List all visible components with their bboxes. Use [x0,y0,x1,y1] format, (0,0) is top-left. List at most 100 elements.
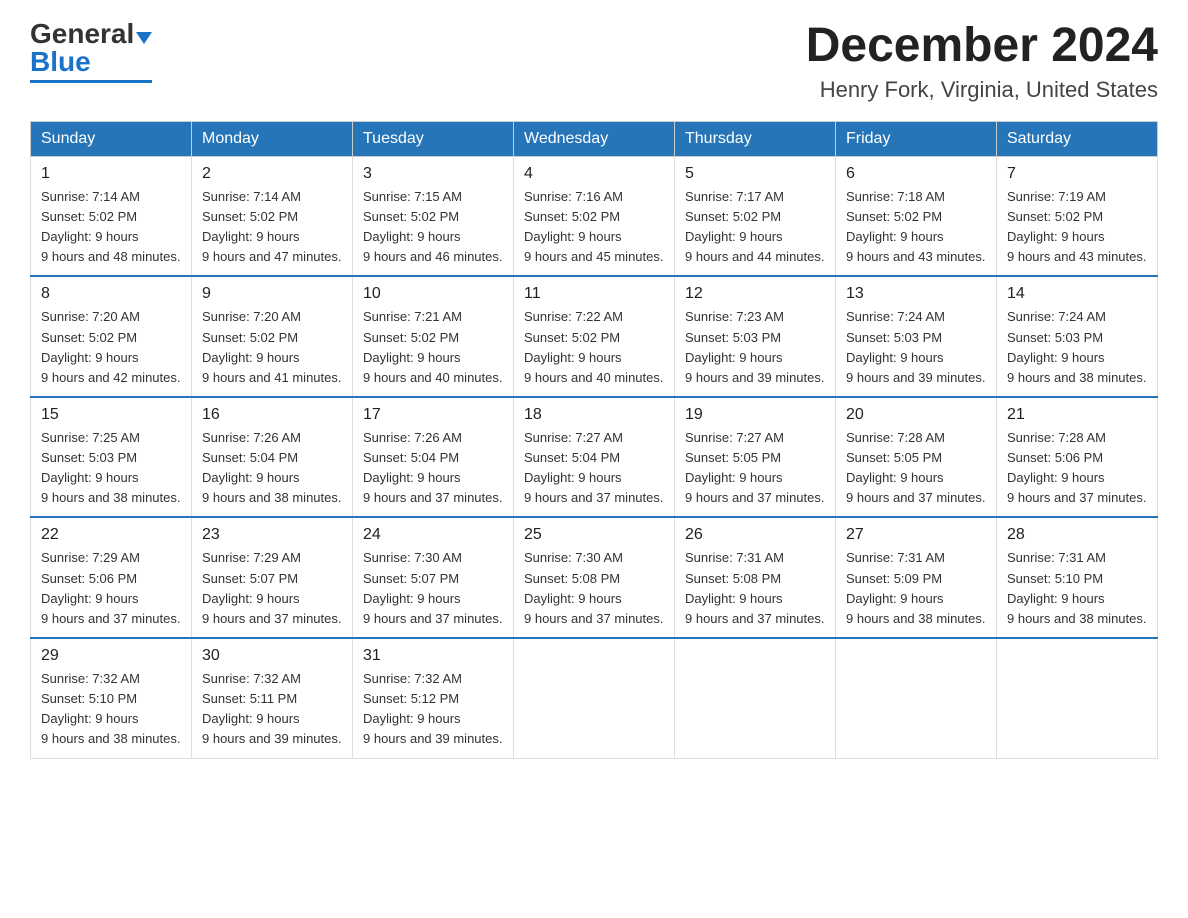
table-row [514,638,675,758]
day-number: 16 [202,406,342,424]
day-info: Sunrise: 7:14 AMSunset: 5:02 PMDaylight:… [202,187,342,268]
day-info: Sunrise: 7:16 AMSunset: 5:02 PMDaylight:… [524,187,664,268]
col-saturday: Saturday [997,121,1158,156]
day-number: 9 [202,285,342,303]
day-info: Sunrise: 7:23 AMSunset: 5:03 PMDaylight:… [685,307,825,388]
table-row: 17 Sunrise: 7:26 AMSunset: 5:04 PMDayligh… [353,397,514,518]
day-info: Sunrise: 7:29 AMSunset: 5:06 PMDaylight:… [41,548,181,629]
day-number: 22 [41,526,181,544]
table-row: 26Sunrise: 7:31 AMSunset: 5:08 PMDayligh… [675,517,836,638]
day-number: 12 [685,285,825,303]
table-row: 4 Sunrise: 7:16 AMSunset: 5:02 PMDaylight… [514,156,675,276]
logo: General Blue [30,20,152,83]
day-number: 29 [41,647,181,665]
table-row: 19 Sunrise: 7:27 AMSunset: 5:05 PMDayligh… [675,397,836,518]
table-row: 15 Sunrise: 7:25 AMSunset: 5:03 PMDayligh… [31,397,192,518]
col-monday: Monday [192,121,353,156]
table-row: 12 Sunrise: 7:23 AMSunset: 5:03 PMDayligh… [675,276,836,397]
logo-general-text: General [30,20,134,48]
table-row: 27 Sunrise: 7:31 AMSunset: 5:09 PMDayligh… [836,517,997,638]
main-title: December 2024 [806,20,1158,73]
table-row: 14 Sunrise: 7:24 AMSunset: 5:03 PMDayligh… [997,276,1158,397]
col-friday: Friday [836,121,997,156]
table-row: 11 Sunrise: 7:22 AMSunset: 5:02 PMDayligh… [514,276,675,397]
table-row: 1Sunrise: 7:14 AMSunset: 5:02 PMDaylight… [31,156,192,276]
day-number: 30 [202,647,342,665]
day-number: 19 [685,406,825,424]
location-subtitle: Henry Fork, Virginia, United States [806,77,1158,103]
day-number: 15 [41,406,181,424]
day-info: Sunrise: 7:31 AMSunset: 5:09 PMDaylight:… [846,548,986,629]
table-row [675,638,836,758]
day-number: 14 [1007,285,1147,303]
day-info: Sunrise: 7:32 AMSunset: 5:10 PMDaylight:… [41,669,181,750]
day-number: 3 [363,165,503,183]
logo-triangle-icon [136,32,152,44]
day-info: Sunrise: 7:14 AMSunset: 5:02 PMDaylight:… [41,187,181,268]
table-row [997,638,1158,758]
day-number: 20 [846,406,986,424]
calendar-table: Sunday Monday Tuesday Wednesday Thursday… [30,121,1158,759]
day-info: Sunrise: 7:28 AMSunset: 5:05 PMDaylight:… [846,428,986,509]
day-info: Sunrise: 7:27 AMSunset: 5:04 PMDaylight:… [524,428,664,509]
day-number: 11 [524,285,664,303]
day-info: Sunrise: 7:24 AMSunset: 5:03 PMDaylight:… [1007,307,1147,388]
day-number: 24 [363,526,503,544]
day-number: 18 [524,406,664,424]
col-wednesday: Wednesday [514,121,675,156]
day-info: Sunrise: 7:20 AMSunset: 5:02 PMDaylight:… [202,307,342,388]
day-info: Sunrise: 7:15 AMSunset: 5:02 PMDaylight:… [363,187,503,268]
table-row: 10 Sunrise: 7:21 AMSunset: 5:02 PMDayligh… [353,276,514,397]
table-row: 9 Sunrise: 7:20 AMSunset: 5:02 PMDaylight… [192,276,353,397]
day-info: Sunrise: 7:26 AMSunset: 5:04 PMDaylight:… [363,428,503,509]
page-header: General Blue December 2024 Henry Fork, V… [30,20,1158,103]
day-info: Sunrise: 7:18 AMSunset: 5:02 PMDaylight:… [846,187,986,268]
day-info: Sunrise: 7:21 AMSunset: 5:02 PMDaylight:… [363,307,503,388]
table-row [836,638,997,758]
day-info: Sunrise: 7:19 AMSunset: 5:02 PMDaylight:… [1007,187,1147,268]
table-row: 24 Sunrise: 7:30 AMSunset: 5:07 PMDayligh… [353,517,514,638]
day-info: Sunrise: 7:22 AMSunset: 5:02 PMDaylight:… [524,307,664,388]
table-row: 23 Sunrise: 7:29 AMSunset: 5:07 PMDayligh… [192,517,353,638]
table-row: 20 Sunrise: 7:28 AMSunset: 5:05 PMDayligh… [836,397,997,518]
table-row: 28 Sunrise: 7:31 AMSunset: 5:10 PMDayligh… [997,517,1158,638]
day-number: 7 [1007,165,1147,183]
day-info: Sunrise: 7:26 AMSunset: 5:04 PMDaylight:… [202,428,342,509]
logo-blue-text: Blue [30,48,91,76]
day-info: Sunrise: 7:30 AMSunset: 5:07 PMDaylight:… [363,548,503,629]
day-number: 4 [524,165,664,183]
day-number: 5 [685,165,825,183]
day-number: 10 [363,285,503,303]
day-number: 25 [524,526,664,544]
table-row: 21Sunrise: 7:28 AMSunset: 5:06 PMDayligh… [997,397,1158,518]
day-info: Sunrise: 7:25 AMSunset: 5:03 PMDaylight:… [41,428,181,509]
day-number: 21 [1007,406,1147,424]
day-info: Sunrise: 7:29 AMSunset: 5:07 PMDaylight:… [202,548,342,629]
day-info: Sunrise: 7:32 AMSunset: 5:12 PMDaylight:… [363,669,503,750]
table-row: 29 Sunrise: 7:32 AMSunset: 5:10 PMDayligh… [31,638,192,758]
col-thursday: Thursday [675,121,836,156]
logo-underline [30,80,152,83]
day-info: Sunrise: 7:31 AMSunset: 5:10 PMDaylight:… [1007,548,1147,629]
day-number: 23 [202,526,342,544]
table-row: 16 Sunrise: 7:26 AMSunset: 5:04 PMDayligh… [192,397,353,518]
title-section: December 2024 Henry Fork, Virginia, Unit… [806,20,1158,103]
table-row: 2 Sunrise: 7:14 AMSunset: 5:02 PMDaylight… [192,156,353,276]
calendar-header-row: Sunday Monday Tuesday Wednesday Thursday… [31,121,1158,156]
day-number: 2 [202,165,342,183]
col-tuesday: Tuesday [353,121,514,156]
table-row: 31Sunrise: 7:32 AMSunset: 5:12 PMDayligh… [353,638,514,758]
table-row: 30Sunrise: 7:32 AMSunset: 5:11 PMDayligh… [192,638,353,758]
day-number: 27 [846,526,986,544]
day-number: 17 [363,406,503,424]
table-row: 6 Sunrise: 7:18 AMSunset: 5:02 PMDaylight… [836,156,997,276]
table-row: 13Sunrise: 7:24 AMSunset: 5:03 PMDayligh… [836,276,997,397]
day-number: 28 [1007,526,1147,544]
day-number: 6 [846,165,986,183]
day-info: Sunrise: 7:27 AMSunset: 5:05 PMDaylight:… [685,428,825,509]
table-row: 7 Sunrise: 7:19 AMSunset: 5:02 PMDaylight… [997,156,1158,276]
day-info: Sunrise: 7:24 AMSunset: 5:03 PMDaylight:… [846,307,986,388]
day-info: Sunrise: 7:17 AMSunset: 5:02 PMDaylight:… [685,187,825,268]
col-sunday: Sunday [31,121,192,156]
day-info: Sunrise: 7:31 AMSunset: 5:08 PMDaylight:… [685,548,825,629]
